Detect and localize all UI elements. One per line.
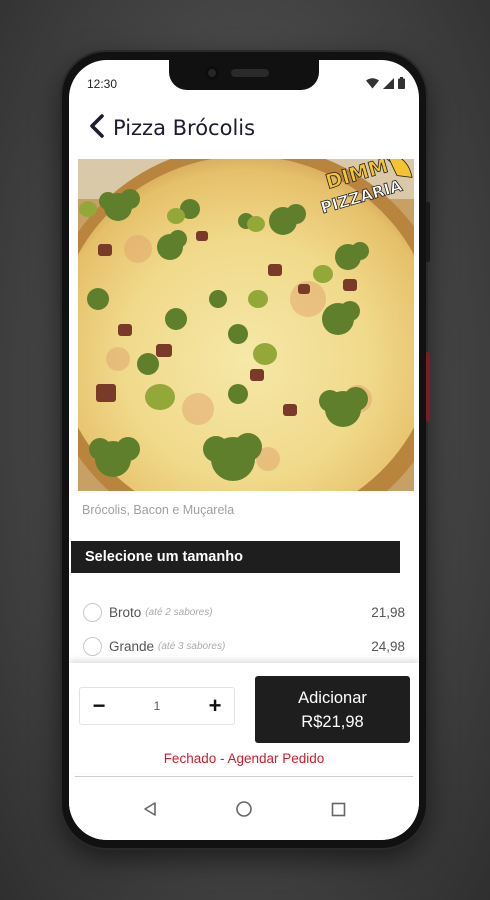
battery-icon [398, 76, 405, 94]
square-recents-icon [331, 802, 345, 816]
quantity-value: 1 [153, 699, 161, 713]
add-button-price: R$21,98 [301, 712, 364, 731]
add-to-cart-button[interactable]: Adicionar R$21,98 [255, 676, 410, 743]
phone-frame: 12:30 Pizza Brócolis DIMMY PIZZARIA Bróc… [62, 52, 430, 848]
header-corner [400, 541, 408, 573]
size-section-title: Selecione um tamanho [85, 549, 243, 565]
product-image: DIMMY PIZZARIA [78, 159, 414, 491]
nav-recents-button[interactable] [327, 798, 349, 820]
product-description: Brócolis, Bacon e Muçarela [82, 503, 235, 517]
closed-schedule-link[interactable]: Fechado - Agendar Pedido [69, 751, 419, 766]
size-option-name: Broto [109, 604, 142, 620]
signal-icon [383, 76, 394, 94]
triangle-back-icon [144, 802, 156, 816]
page-title: Pizza Brócolis [113, 116, 256, 140]
status-icons [366, 76, 405, 94]
circle-home-icon [236, 801, 252, 817]
radio-button[interactable] [83, 636, 102, 656]
front-camera [205, 66, 219, 80]
earpiece-speaker [231, 69, 269, 77]
volume-button [426, 352, 430, 422]
size-option-broto[interactable]: Broto (até 2 sabores) 21,98 [83, 597, 405, 627]
system-nav-bar [69, 778, 419, 840]
decrease-button[interactable]: − [80, 687, 118, 725]
pizza-illustration: DIMMY PIZZARIA [78, 159, 414, 491]
wifi-icon [366, 76, 379, 94]
app-bar: Pizza Brócolis [69, 104, 419, 152]
nav-home-button[interactable] [233, 798, 255, 820]
increase-button[interactable]: + [196, 687, 234, 725]
size-option-price: 24,98 [371, 638, 405, 654]
back-button[interactable] [79, 108, 115, 148]
chevron-left-icon [89, 113, 105, 143]
screen: 12:30 Pizza Brócolis DIMMY PIZZARIA Bróc… [69, 60, 419, 840]
size-option-name: Grande [109, 638, 155, 654]
size-option-note: (até 2 sabores) [145, 606, 213, 618]
status-time: 12:30 [87, 77, 118, 91]
power-button [426, 202, 430, 262]
order-panel: − 1 + Adicionar R$21,98 Fechado - Agenda… [69, 663, 419, 773]
size-option-price: 21,98 [371, 604, 405, 620]
size-option-note: (até 3 sabores) [158, 640, 226, 652]
size-section-header: Selecione um tamanho [71, 541, 408, 573]
notch [169, 60, 319, 90]
nav-back-button[interactable] [139, 798, 161, 820]
quantity-stepper: − 1 + [79, 687, 235, 725]
radio-button[interactable] [83, 602, 102, 622]
add-button-label: Adicionar [298, 688, 367, 707]
size-option-grande[interactable]: Grande (até 3 sabores) 24,98 [83, 631, 405, 661]
divider [75, 776, 413, 777]
